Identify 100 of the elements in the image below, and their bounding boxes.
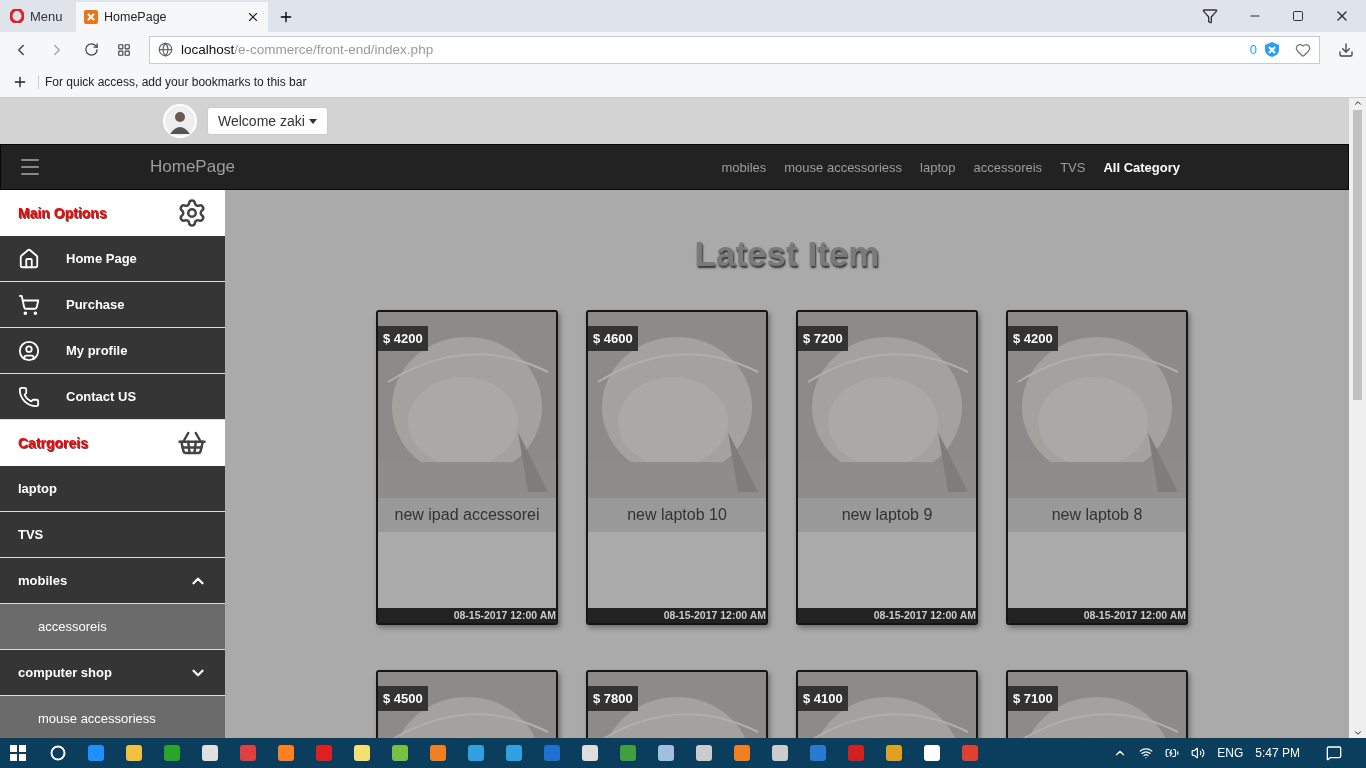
restore-icon[interactable]: [1292, 10, 1304, 22]
app-icon[interactable]: [126, 745, 142, 761]
language-indicator[interactable]: ENG: [1217, 746, 1244, 760]
app-icon[interactable]: [582, 745, 598, 761]
add-bookmark-icon[interactable]: [12, 74, 28, 90]
bookmarks-hint: For quick access, add your bookmarks to this bar: [38, 75, 307, 89]
volume-icon[interactable]: [1191, 746, 1206, 760]
app-icon[interactable]: [392, 745, 408, 761]
sidebar-item[interactable]: Home Page: [0, 236, 225, 282]
app-icon[interactable]: [316, 745, 332, 761]
new-tab-icon[interactable]: [278, 9, 294, 25]
nav-link[interactable]: TVS: [1060, 159, 1086, 175]
product-card[interactable]: $ 7100: [1006, 670, 1188, 738]
sidebar-category[interactable]: computer shop: [0, 650, 225, 696]
app-icon[interactable]: [734, 745, 750, 761]
gears-icon: [177, 197, 207, 228]
app-icon[interactable]: [886, 745, 902, 761]
price-tag: $ 4600: [588, 326, 638, 351]
price-tag: $ 4100: [798, 686, 848, 711]
sidebar-item[interactable]: My profile: [0, 328, 225, 374]
scroll-up-icon[interactable]: [1352, 98, 1363, 108]
product-name: new ipad accessorei: [378, 498, 556, 532]
nav-link[interactable]: All Category: [1103, 159, 1180, 175]
speed-dial-icon[interactable]: [117, 42, 131, 57]
address-field[interactable]: localhost/e-commerce/front-end/index.php 0: [149, 35, 1320, 64]
product-card[interactable]: new laptob 8 08-15-2017 12:00 AM $ 4200: [1006, 310, 1188, 625]
product-card[interactable]: new laptob 10 08-15-2017 12:00 AM $ 4600: [586, 310, 768, 625]
app-icon[interactable]: [962, 745, 978, 761]
product-date: 08-15-2017 12:00 AM: [588, 608, 766, 623]
price-tag: $ 4500: [378, 686, 428, 711]
sidebar-item[interactable]: Contact US: [0, 374, 225, 420]
app-icon[interactable]: [620, 745, 636, 761]
nav-link[interactable]: laptop: [920, 159, 956, 175]
product-card[interactable]: new laptob 9 08-15-2017 12:00 AM $ 7200: [796, 310, 978, 625]
notifications-icon[interactable]: [1326, 745, 1342, 761]
app-icon[interactable]: [658, 745, 674, 761]
product-date: 08-15-2017 12:00 AM: [798, 608, 976, 623]
sidebar-category[interactable]: mobiles: [0, 558, 225, 604]
app-icon[interactable]: [810, 745, 826, 761]
price-tag: $ 7100: [1008, 686, 1058, 711]
scrollbar-thumb[interactable]: [1353, 110, 1362, 400]
price-tag: $ 7800: [588, 686, 638, 711]
download-icon[interactable]: [1338, 41, 1354, 58]
sidebar-subcategory[interactable]: accessoreis: [0, 604, 225, 650]
app-icon[interactable]: [468, 745, 484, 761]
app-icon[interactable]: [88, 745, 104, 761]
product-date: 08-15-2017 12:00 AM: [378, 608, 556, 623]
section-title: Latest Item: [694, 234, 880, 274]
scroll-down-icon[interactable]: [1352, 728, 1363, 738]
product-name: new laptob 10: [588, 498, 766, 532]
browser-logo-icon: [10, 9, 24, 23]
app-icon[interactable]: [354, 745, 370, 761]
brand-title[interactable]: HomePage: [150, 157, 236, 177]
nav-link[interactable]: mobiles: [721, 159, 767, 175]
price-tag: $ 4200: [1008, 326, 1058, 351]
battery-icon[interactable]: [1165, 746, 1180, 760]
windows-start-icon[interactable]: [10, 745, 26, 761]
sidebar-heading: Catrgoreis: [0, 420, 225, 466]
app-icon[interactable]: [506, 745, 522, 761]
app-icon[interactable]: [278, 745, 294, 761]
sidebar-item[interactable]: Purchase: [0, 282, 225, 328]
app-icon[interactable]: [848, 745, 864, 761]
app-icon[interactable]: [772, 745, 788, 761]
clock[interactable]: 5:47 PM: [1255, 746, 1300, 760]
nav-link[interactable]: mouse accessoriess: [784, 159, 903, 175]
product-card[interactable]: new ipad accessorei 08-15-2017 12:00 AM $ 4200: [376, 310, 558, 625]
product-date: 08-15-2017 12:00 AM: [1008, 608, 1186, 623]
reload-icon[interactable]: [84, 42, 99, 57]
sidebar-subcategory[interactable]: mouse accessoriess: [0, 696, 225, 738]
sidebar-category[interactable]: laptop: [0, 466, 225, 512]
search-icon[interactable]: [50, 745, 66, 761]
app-icon[interactable]: [430, 745, 446, 761]
app-icon[interactable]: [544, 745, 560, 761]
app-icon[interactable]: [924, 745, 940, 761]
wifi-icon[interactable]: [1139, 746, 1154, 760]
user-icon: [18, 339, 40, 362]
url-text: localhost/e-commerce/front-end/index.php: [181, 42, 434, 57]
app-icon[interactable]: [696, 745, 712, 761]
product-name: new laptob 8: [1008, 498, 1186, 532]
app-icon[interactable]: [164, 745, 180, 761]
app-icon[interactable]: [202, 745, 218, 761]
heart-icon[interactable]: [1295, 41, 1311, 58]
price-tag: $ 7200: [798, 326, 848, 351]
user-menu-button[interactable]: Welcome zaki: [207, 107, 328, 135]
browser-tab[interactable]: HomePage: [76, 2, 268, 32]
home-icon: [18, 247, 40, 270]
product-card[interactable]: $ 4100: [796, 670, 978, 738]
site-favicon-icon: [84, 10, 98, 24]
product-name: new laptob 9: [798, 498, 976, 532]
browser-menu-button[interactable]: Menu: [0, 0, 76, 32]
sidebar-category[interactable]: TVS: [0, 512, 225, 558]
product-card[interactable]: $ 4500: [376, 670, 558, 738]
blocked-count: 0: [1249, 42, 1257, 57]
nav-link[interactable]: accessoreis: [973, 159, 1043, 175]
product-card[interactable]: $ 7800: [586, 670, 768, 738]
app-icon[interactable]: [240, 745, 256, 761]
cart-icon: [18, 293, 40, 316]
caret-icon: [308, 118, 317, 124]
shield-icon[interactable]: [1265, 42, 1279, 57]
close-icon[interactable]: [246, 10, 260, 24]
